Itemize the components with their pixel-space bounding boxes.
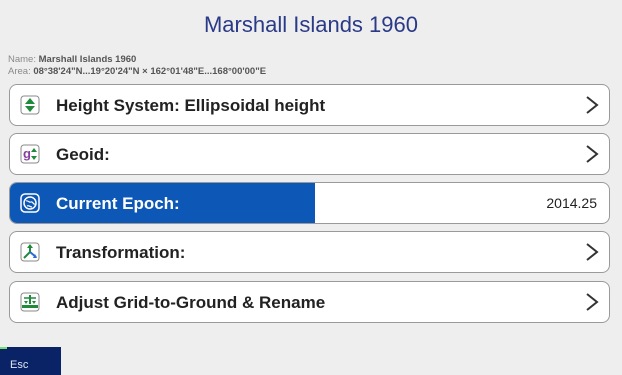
grid-to-ground-label: Adjust Grid-to-Ground & Rename bbox=[56, 293, 326, 312]
transformation-row[interactable]: Transformation: bbox=[9, 231, 610, 273]
chevron-right-icon bbox=[586, 293, 599, 311]
transformation-label: Transformation: bbox=[56, 243, 186, 262]
esc-button[interactable]: Esc bbox=[0, 347, 61, 375]
area-info: Area: 08°38'24"N...19°20'24"N × 162°01'4… bbox=[8, 66, 266, 77]
area-label: Area: bbox=[8, 66, 31, 77]
chevron-right-icon bbox=[586, 145, 599, 163]
height-system-icon bbox=[20, 95, 40, 115]
height-system-row[interactable]: Height System: Ellipsoidal height bbox=[9, 84, 610, 126]
grid-to-ground-row[interactable]: Adjust Grid-to-Ground & Rename bbox=[9, 281, 610, 323]
name-label: Name: bbox=[8, 54, 36, 65]
transformation-icon bbox=[20, 242, 40, 262]
name-info: Name: Marshall Islands 1960 bbox=[8, 54, 136, 65]
esc-label: Esc bbox=[10, 359, 29, 371]
page-title: Marshall Islands 1960 bbox=[203, 12, 418, 37]
name-value: Marshall Islands 1960 bbox=[38, 54, 137, 65]
esc-indicator bbox=[0, 347, 7, 349]
current-epoch-label: Current Epoch: bbox=[56, 194, 180, 213]
geoid-label: Geoid: bbox=[56, 145, 110, 164]
chevron-right-icon bbox=[586, 243, 599, 261]
current-epoch-row[interactable]: Current Epoch: 2014.25 bbox=[9, 182, 610, 224]
area-value: 08°38'24"N...19°20'24"N × 162°01'48"E...… bbox=[33, 66, 267, 77]
svg-text:g: g bbox=[23, 146, 31, 161]
geoid-icon: g bbox=[20, 144, 40, 164]
chevron-right-icon bbox=[586, 96, 599, 114]
current-epoch-value: 2014.25 bbox=[546, 195, 597, 211]
height-system-label: Height System: Ellipsoidal height bbox=[56, 96, 326, 115]
globe-icon bbox=[20, 193, 40, 213]
geoid-row[interactable]: g Geoid: bbox=[9, 133, 610, 175]
grid-to-ground-icon bbox=[20, 292, 40, 312]
